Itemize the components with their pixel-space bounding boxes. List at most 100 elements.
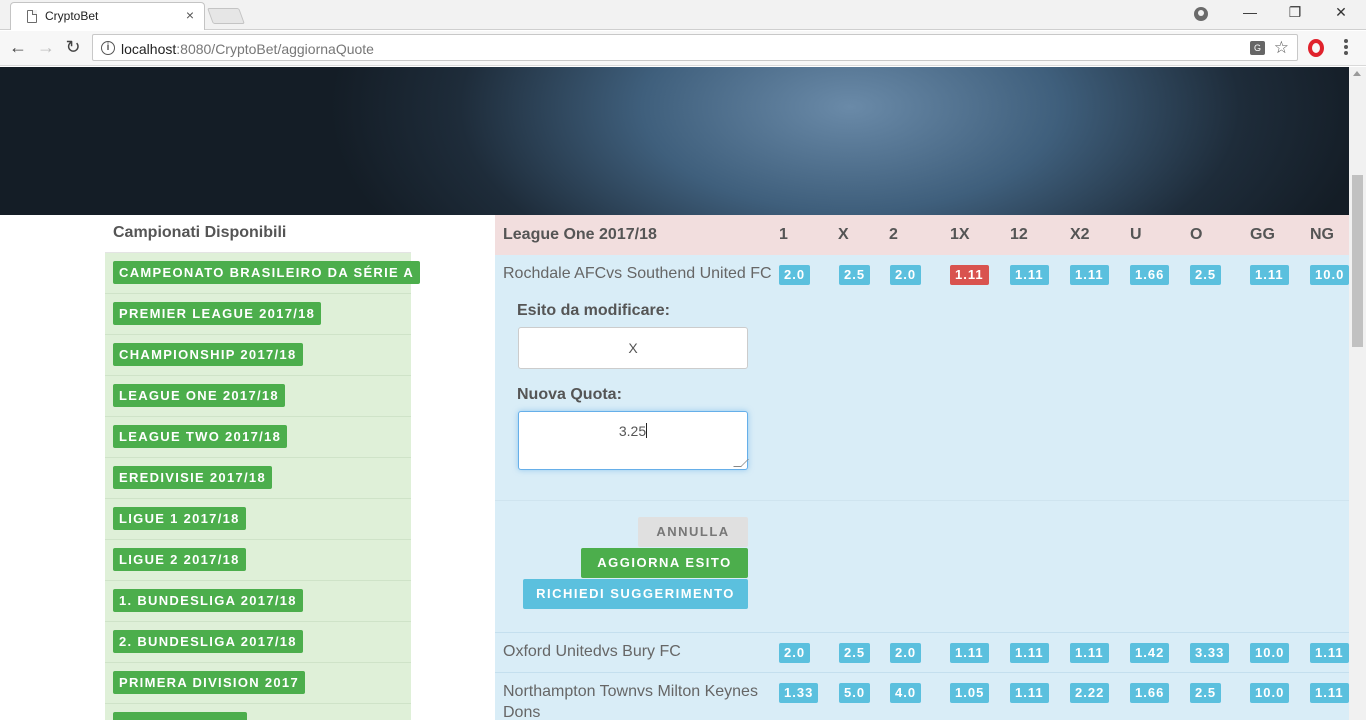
table-row: Rochdale AFCvs Southend United FC 2.0 2.… xyxy=(495,255,1349,633)
odd-badge[interactable]: 1.11 xyxy=(1010,683,1049,703)
odd-badge[interactable]: 3.33 xyxy=(1190,643,1230,663)
odd-badge[interactable]: 1.42 xyxy=(1130,643,1170,663)
championship-button[interactable]: EREDIVISIE 2017/18 xyxy=(113,466,272,489)
match-name: Oxford Unitedvs Bury FC xyxy=(503,643,681,660)
odd-badge[interactable]: 4.0 xyxy=(890,683,922,703)
odd-badge[interactable]: 2.5 xyxy=(1190,683,1222,703)
championship-button[interactable]: 1. BUNDESLIGA 2017/18 xyxy=(113,589,303,612)
odd-badge[interactable]: 2.5 xyxy=(1190,265,1222,285)
odd-badge[interactable]: 10.0 xyxy=(1250,683,1290,703)
tab-title: CryptoBet xyxy=(45,9,99,23)
odd-badge[interactable]: 1.66 xyxy=(1130,265,1170,285)
odd-badge[interactable]: 2.0 xyxy=(890,643,922,663)
odd-badge[interactable]: 10.0 xyxy=(1310,265,1349,285)
odd-badge[interactable]: 10.0 xyxy=(1250,643,1290,663)
odd-badge[interactable]: 2.5 xyxy=(839,643,871,663)
odd-badge[interactable]: 1.11 xyxy=(950,643,989,663)
column-header: 2 xyxy=(889,226,898,243)
resize-handle[interactable] xyxy=(733,459,749,467)
update-outcome-button[interactable]: AGGIORNA ESITO xyxy=(581,548,748,578)
nuova-quota-textarea[interactable]: 3.25 xyxy=(518,411,749,470)
minimize-button[interactable]: — xyxy=(1240,4,1260,20)
column-header: X2 xyxy=(1070,226,1090,243)
championship-button[interactable]: CAMPEONATO BRASILEIRO DA SÉRIE A xyxy=(113,261,421,284)
url-text[interactable]: localhost:8080/CryptoBet/aggiornaQuote xyxy=(121,41,374,57)
championship-button[interactable]: PRIMERA DIVISION 2017 xyxy=(113,671,305,694)
back-button[interactable]: ← xyxy=(7,37,29,58)
address-bar[interactable]: i localhost:8080/CryptoBet/aggiornaQuote… xyxy=(92,34,1298,61)
championship-button[interactable]: LEAGUE ONE 2017/18 xyxy=(113,384,285,407)
column-header: NG xyxy=(1310,226,1334,243)
sidebar-item: PREMIER LEAGUE 2017/18 xyxy=(105,294,411,335)
sidebar-item: LEAGUE ONE 2017/18 xyxy=(105,376,411,417)
odd-badge[interactable]: 2.0 xyxy=(779,265,811,285)
browser-tab-bar: CryptoBet × — ❐ ✕ xyxy=(0,0,1366,30)
odd-badge[interactable]: 2.22 xyxy=(1070,683,1110,703)
championship-button[interactable]: LIGUE 1 2017/18 xyxy=(113,507,246,530)
hero-banner xyxy=(0,67,1349,215)
odd-badge[interactable]: 1.11 xyxy=(1070,265,1109,285)
odd-badge[interactable]: 1.11 xyxy=(1010,265,1049,285)
sidebar-item: LEAGUE TWO 2017/18 xyxy=(105,417,411,458)
esito-label: Esito da modificare: xyxy=(517,302,670,319)
opera-extension-icon[interactable] xyxy=(1308,39,1324,57)
match-name: Rochdale AFCvs Southend United FC xyxy=(503,265,772,282)
championship-button[interactable]: 2. BUNDESLIGA 2017/18 xyxy=(113,630,303,653)
quota-value: 3.25 xyxy=(618,423,647,439)
url-path: :8080/CryptoBet/aggiornaQuote xyxy=(176,41,374,57)
quota-label: Nuova Quota: xyxy=(517,386,622,403)
info-icon[interactable]: i xyxy=(101,41,115,55)
esito-field[interactable]: X xyxy=(518,327,748,369)
form-divider xyxy=(495,500,1349,501)
odd-badge[interactable]: 1.66 xyxy=(1130,683,1170,703)
odd-badge-selected[interactable]: 1.11 xyxy=(950,265,989,285)
odds-table: League One 2017/18 1 X 2 1X 12 X2 U O GG… xyxy=(495,215,1349,720)
reload-button[interactable]: ↻ xyxy=(62,37,84,58)
cancel-button[interactable]: ANNULLA xyxy=(638,517,748,547)
league-title: League One 2017/18 xyxy=(503,226,657,243)
sidebar-item: 2. BUNDESLIGA 2017/18 xyxy=(105,622,411,663)
new-tab-button[interactable] xyxy=(207,8,245,24)
sidebar-item: LIGUE 2 2017/18 xyxy=(105,540,411,581)
odd-badge[interactable]: 1.33 xyxy=(779,683,819,703)
odd-badge[interactable]: 1.11 xyxy=(1310,683,1349,703)
odd-badge[interactable]: 2.5 xyxy=(839,265,871,285)
restore-button[interactable]: ❐ xyxy=(1285,4,1305,21)
browser-tab-active[interactable]: CryptoBet × xyxy=(10,2,205,30)
request-suggestion-button[interactable]: RICHIEDI SUGGERIMENTO xyxy=(523,579,748,609)
championship-button[interactable] xyxy=(113,712,247,720)
column-header: 1X xyxy=(950,226,970,243)
odd-badge[interactable]: 5.0 xyxy=(839,683,871,703)
odd-badge[interactable]: 1.05 xyxy=(950,683,990,703)
browser-menu-icon[interactable] xyxy=(1344,39,1348,57)
sidebar-item: PRIMERA DIVISION 2017 xyxy=(105,663,411,704)
page-scrollbar[interactable] xyxy=(1349,67,1366,720)
sidebar-item xyxy=(105,704,411,720)
scrollbar-thumb[interactable] xyxy=(1352,175,1363,347)
odd-badge[interactable]: 1.11 xyxy=(1010,643,1049,663)
table-header: League One 2017/18 1 X 2 1X 12 X2 U O GG… xyxy=(495,215,1349,255)
sidebar-item: LIGUE 1 2017/18 xyxy=(105,499,411,540)
scroll-up-arrow-icon[interactable] xyxy=(1353,71,1361,76)
championship-button[interactable]: CHAMPIONSHIP 2017/18 xyxy=(113,343,303,366)
translate-icon[interactable]: G xyxy=(1250,41,1265,55)
odd-badge[interactable]: 1.11 xyxy=(1310,643,1349,663)
profile-icon[interactable] xyxy=(1194,7,1208,21)
column-header: O xyxy=(1190,226,1203,243)
odd-badge[interactable]: 1.11 xyxy=(1070,643,1109,663)
championship-button[interactable]: PREMIER LEAGUE 2017/18 xyxy=(113,302,322,325)
table-row: Northampton Townvs Milton Keynes Dons 1.3… xyxy=(495,673,1349,720)
odd-badge[interactable]: 2.0 xyxy=(779,643,811,663)
bookmark-star-icon[interactable]: ☆ xyxy=(1274,38,1289,58)
sidebar-item: CAMPEONATO BRASILEIRO DA SÉRIE A xyxy=(105,253,421,294)
championship-button[interactable]: LIGUE 2 2017/18 xyxy=(113,548,246,571)
odd-badge[interactable]: 1.11 xyxy=(1250,265,1289,285)
match-name: Northampton Townvs Milton Keynes Dons xyxy=(503,681,758,720)
sidebar-item: 1. BUNDESLIGA 2017/18 xyxy=(105,581,411,622)
forward-button[interactable]: → xyxy=(35,37,57,58)
column-header: U xyxy=(1130,226,1142,243)
tab-close-icon[interactable]: × xyxy=(186,7,194,23)
odd-badge[interactable]: 2.0 xyxy=(890,265,922,285)
close-window-button[interactable]: ✕ xyxy=(1331,4,1351,21)
championship-button[interactable]: LEAGUE TWO 2017/18 xyxy=(113,425,288,448)
